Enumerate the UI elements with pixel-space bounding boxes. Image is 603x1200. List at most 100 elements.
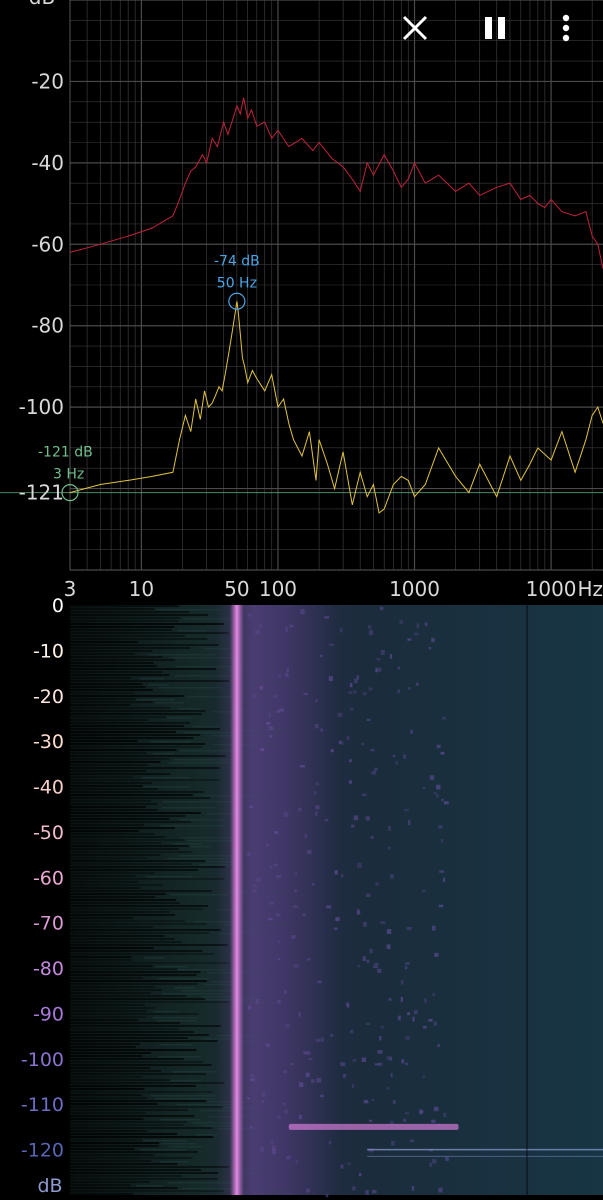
texture-speckle bbox=[388, 998, 392, 1001]
texture-dark-streak bbox=[70, 1139, 143, 1141]
texture-speckle bbox=[399, 620, 403, 624]
texture-speckle bbox=[349, 1030, 354, 1034]
texture-speckle bbox=[432, 993, 435, 996]
texture-speckle bbox=[407, 820, 411, 826]
texture-dark-streak bbox=[70, 1022, 181, 1024]
texture-dark-streak bbox=[70, 878, 225, 880]
texture-dark-streak bbox=[70, 683, 143, 685]
texture-dark-streak bbox=[70, 1025, 221, 1027]
texture-dark-streak bbox=[70, 1130, 148, 1132]
texture-dark-streak bbox=[70, 629, 172, 631]
texture-dark-streak bbox=[70, 746, 203, 748]
texture-teal-streak bbox=[152, 1017, 199, 1019]
texture-dark-streak bbox=[70, 815, 186, 817]
texture-dark-streak bbox=[70, 758, 169, 760]
texture-speckle bbox=[368, 1119, 373, 1122]
texture-dark-streak bbox=[70, 1112, 146, 1114]
x-tick-label: 1000 bbox=[389, 577, 440, 601]
texture-teal-streak bbox=[161, 807, 218, 809]
texture-speckle bbox=[349, 759, 352, 763]
texture-teal-streak bbox=[161, 1143, 198, 1145]
texture-dark-streak bbox=[70, 881, 139, 883]
texture-dark-streak bbox=[70, 845, 189, 847]
texture-dark-streak bbox=[70, 1172, 219, 1174]
texture-dark-streak bbox=[70, 911, 170, 913]
texture-speckle bbox=[376, 667, 382, 672]
texture-speckle bbox=[346, 736, 350, 741]
texture-speckle bbox=[386, 1086, 389, 1090]
texture-speckle bbox=[440, 751, 445, 755]
texture-dark-streak bbox=[70, 764, 148, 766]
peak-marker-hz: 50 Hz bbox=[217, 275, 257, 291]
texture-speckle bbox=[422, 1075, 426, 1078]
texture-teal-streak bbox=[158, 687, 223, 689]
texture-dark-streak bbox=[70, 1061, 204, 1063]
texture-dark-streak bbox=[70, 611, 189, 613]
texture-teal-streak bbox=[168, 1146, 203, 1148]
spectrogram-chart: 0 -10 -20 -30 -40 -50 -60 -70 -80 -90 -100 -110 -120… bbox=[21, 595, 603, 1198]
texture-speckle bbox=[340, 1062, 346, 1067]
texture-dark-streak bbox=[70, 851, 192, 853]
spectrogram-50hz-band bbox=[229, 605, 244, 1195]
y-tick-label: -20 bbox=[31, 69, 64, 93]
texture-dark-streak bbox=[70, 1118, 144, 1120]
texture-speckle bbox=[352, 1186, 356, 1191]
texture-speckle bbox=[438, 825, 443, 829]
texture-dark-streak bbox=[70, 968, 178, 970]
texture-speckle bbox=[361, 1057, 367, 1062]
toolbar bbox=[397, 10, 580, 46]
texture-dark-streak bbox=[70, 1082, 225, 1084]
texture-speckle bbox=[339, 628, 343, 633]
texture-dark-streak bbox=[70, 761, 161, 763]
texture-dark-streak bbox=[70, 818, 170, 820]
texture-speckle bbox=[370, 835, 374, 839]
texture-teal-streak bbox=[136, 699, 175, 701]
texture-teal-streak bbox=[190, 846, 211, 848]
texture-speckle bbox=[377, 968, 382, 973]
texture-dark-streak bbox=[70, 782, 153, 784]
peak-marker-db: -121 dB bbox=[38, 445, 93, 461]
texture-dark-streak bbox=[70, 740, 138, 742]
texture-speckle bbox=[414, 632, 419, 636]
texture-dark-streak bbox=[70, 716, 166, 718]
texture-dark-streak bbox=[70, 755, 226, 757]
y-tick-label: -60 bbox=[31, 232, 64, 256]
texture-dark-streak bbox=[70, 1136, 214, 1138]
texture-speckle bbox=[431, 637, 435, 643]
texture-dark-streak bbox=[70, 1055, 142, 1057]
texture-speckle bbox=[442, 716, 447, 720]
x-unit-label: Hz bbox=[577, 577, 603, 601]
texture-teal-streak bbox=[192, 726, 219, 728]
texture-teal-streak bbox=[135, 1185, 164, 1187]
texture-dark-streak bbox=[70, 998, 205, 1000]
texture-dark-streak bbox=[70, 1133, 177, 1135]
texture-speckle bbox=[356, 675, 360, 680]
texture-dark-streak bbox=[70, 827, 175, 829]
texture-dark-streak bbox=[70, 788, 158, 790]
close-icon[interactable] bbox=[397, 10, 433, 46]
texture-dark-streak bbox=[70, 1001, 230, 1003]
texture-speckle bbox=[348, 780, 352, 784]
texture-dark-streak bbox=[70, 614, 209, 616]
texture-dark-streak bbox=[70, 917, 133, 919]
texture-speckle bbox=[405, 962, 410, 965]
texture-dark-streak bbox=[70, 680, 230, 682]
texture-speckle bbox=[390, 874, 394, 879]
texture-speckle bbox=[436, 784, 441, 790]
texture-dark-streak bbox=[70, 635, 185, 637]
spectrogram-y-tick-label: -90 bbox=[33, 1003, 64, 1025]
texture-dark-streak bbox=[70, 719, 149, 721]
y-unit-label-bottom: dB bbox=[37, 1175, 62, 1197]
texture-dark-streak bbox=[70, 866, 225, 868]
texture-speckle bbox=[357, 862, 363, 868]
y-tick-label: -80 bbox=[31, 314, 64, 338]
texture-teal-streak bbox=[143, 786, 191, 788]
texture-speckle bbox=[363, 1099, 369, 1104]
more-vert-icon[interactable] bbox=[552, 10, 580, 46]
texture-speckle bbox=[378, 1062, 383, 1066]
texture-teal-streak bbox=[155, 1098, 216, 1100]
texture-speckle bbox=[380, 921, 386, 924]
pause-icon[interactable] bbox=[477, 10, 513, 46]
texture-dark-streak bbox=[70, 641, 138, 643]
texture-dark-streak bbox=[70, 1193, 133, 1195]
